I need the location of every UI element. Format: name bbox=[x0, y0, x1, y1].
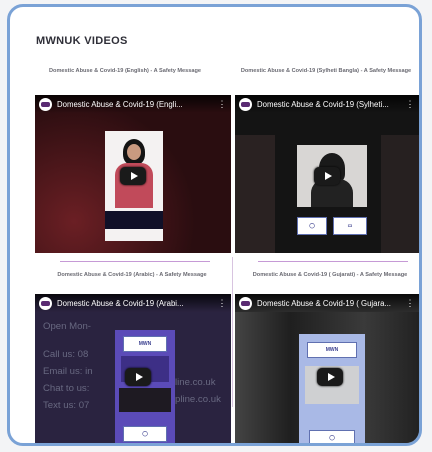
play-button[interactable] bbox=[120, 167, 146, 185]
video-player-arabic[interactable]: Open Mon- Call us: 08 Email us: in Chat … bbox=[35, 294, 231, 443]
helpline-text-right: line.co.uk pline.co.uk bbox=[175, 374, 221, 408]
helpline-line: Email us: in bbox=[43, 366, 93, 377]
video-topbar: Domestic Abuse & Covid-19 (Sylheti... ⋮ bbox=[235, 95, 419, 113]
video-thumbnail-inset: MWN ◯ bbox=[299, 334, 365, 443]
column-divider bbox=[232, 257, 233, 407]
video-subtitle-bar bbox=[105, 211, 163, 229]
video-caption-sylheti: Domestic Abuse & Covid-19 (Sylheti Bangl… bbox=[240, 68, 412, 74]
video-caption-arabic: Domestic Abuse & Covid-19 (Arabic) - A S… bbox=[57, 272, 207, 278]
photo-thumbnail bbox=[119, 388, 171, 412]
helpline-line: Call us: 08 bbox=[43, 349, 89, 360]
mwnuk-logo: ◯ bbox=[309, 430, 355, 443]
video-caption-gujarati: Domestic Abuse & Covid-19 ( Gujarati) - … bbox=[252, 272, 408, 278]
helpline-line: Text us: 07 bbox=[43, 400, 90, 411]
channel-avatar[interactable] bbox=[239, 97, 252, 111]
helpline-text: Open Mon- Call us: 08 Email us: in Chat … bbox=[43, 318, 93, 414]
more-options-icon[interactable]: ⋮ bbox=[217, 298, 227, 309]
video-topbar: Domestic Abuse & Covid-19 (Arabi... ⋮ bbox=[35, 294, 231, 312]
more-options-icon[interactable]: ⋮ bbox=[405, 298, 415, 309]
more-options-icon[interactable]: ⋮ bbox=[217, 99, 227, 110]
video-thumbnail-inset: MWN ◯ bbox=[115, 330, 175, 443]
play-button[interactable] bbox=[317, 368, 343, 386]
channel-avatar[interactable] bbox=[239, 296, 252, 310]
helpline-line: Open Mon- bbox=[43, 321, 91, 332]
mwnuk-logo: MWN bbox=[123, 336, 167, 352]
mwn-logo: ▭ bbox=[333, 217, 367, 235]
section-title: MWNUK VIDEOS bbox=[36, 35, 128, 47]
video-player-english[interactable]: Domestic Abuse & Covid-19 (Engli... ⋮ bbox=[35, 95, 231, 253]
divider bbox=[60, 261, 210, 262]
play-icon bbox=[324, 172, 332, 180]
video-thumbnail-shadow-right bbox=[381, 135, 419, 253]
play-icon bbox=[130, 172, 138, 180]
video-player-gujarati[interactable]: MWN ◯ Domestic Abuse & Covid-19 ( Gujara… bbox=[235, 294, 419, 443]
play-button[interactable] bbox=[314, 167, 340, 185]
video-thumbnail-inset bbox=[105, 131, 163, 241]
helpline-fragment: line.co.uk bbox=[175, 377, 216, 388]
more-options-icon[interactable]: ⋮ bbox=[405, 99, 415, 110]
video-player-title[interactable]: Domestic Abuse & Covid-19 (Sylheti... bbox=[257, 100, 405, 109]
video-thumbnail-shadow bbox=[235, 135, 275, 253]
play-button[interactable] bbox=[125, 368, 151, 386]
video-topbar: Domestic Abuse & Covid-19 (Engli... ⋮ bbox=[35, 95, 231, 113]
helpline-fragment: pline.co.uk bbox=[175, 394, 221, 405]
channel-avatar[interactable] bbox=[39, 296, 52, 310]
video-topbar: Domestic Abuse & Covid-19 ( Gujara... ⋮ bbox=[235, 294, 419, 312]
helpline-line: Chat to us: bbox=[43, 383, 90, 394]
mwnuk-logo: ◯ bbox=[297, 217, 327, 235]
video-player-title[interactable]: Domestic Abuse & Covid-19 (Arabi... bbox=[57, 299, 217, 308]
video-player-title[interactable]: Domestic Abuse & Covid-19 ( Gujara... bbox=[257, 299, 405, 308]
play-icon bbox=[135, 373, 143, 381]
mwnuk-logo: ◯ bbox=[123, 426, 167, 442]
video-player-sylheti[interactable]: ◯ ▭ Domestic Abuse & Covid-19 (Sylheti..… bbox=[235, 95, 419, 253]
presenter-face bbox=[127, 144, 141, 160]
video-caption-english: Domestic Abuse & Covid-19 (English) - A … bbox=[49, 68, 201, 74]
play-icon bbox=[327, 373, 335, 381]
divider bbox=[258, 261, 408, 262]
video-player-title[interactable]: Domestic Abuse & Covid-19 (Engli... bbox=[57, 100, 217, 109]
channel-avatar[interactable] bbox=[39, 97, 52, 111]
videos-panel: MWNUK VIDEOS Domestic Abuse & Covid-19 (… bbox=[7, 4, 422, 446]
mwn-logo: MWN bbox=[307, 342, 357, 358]
